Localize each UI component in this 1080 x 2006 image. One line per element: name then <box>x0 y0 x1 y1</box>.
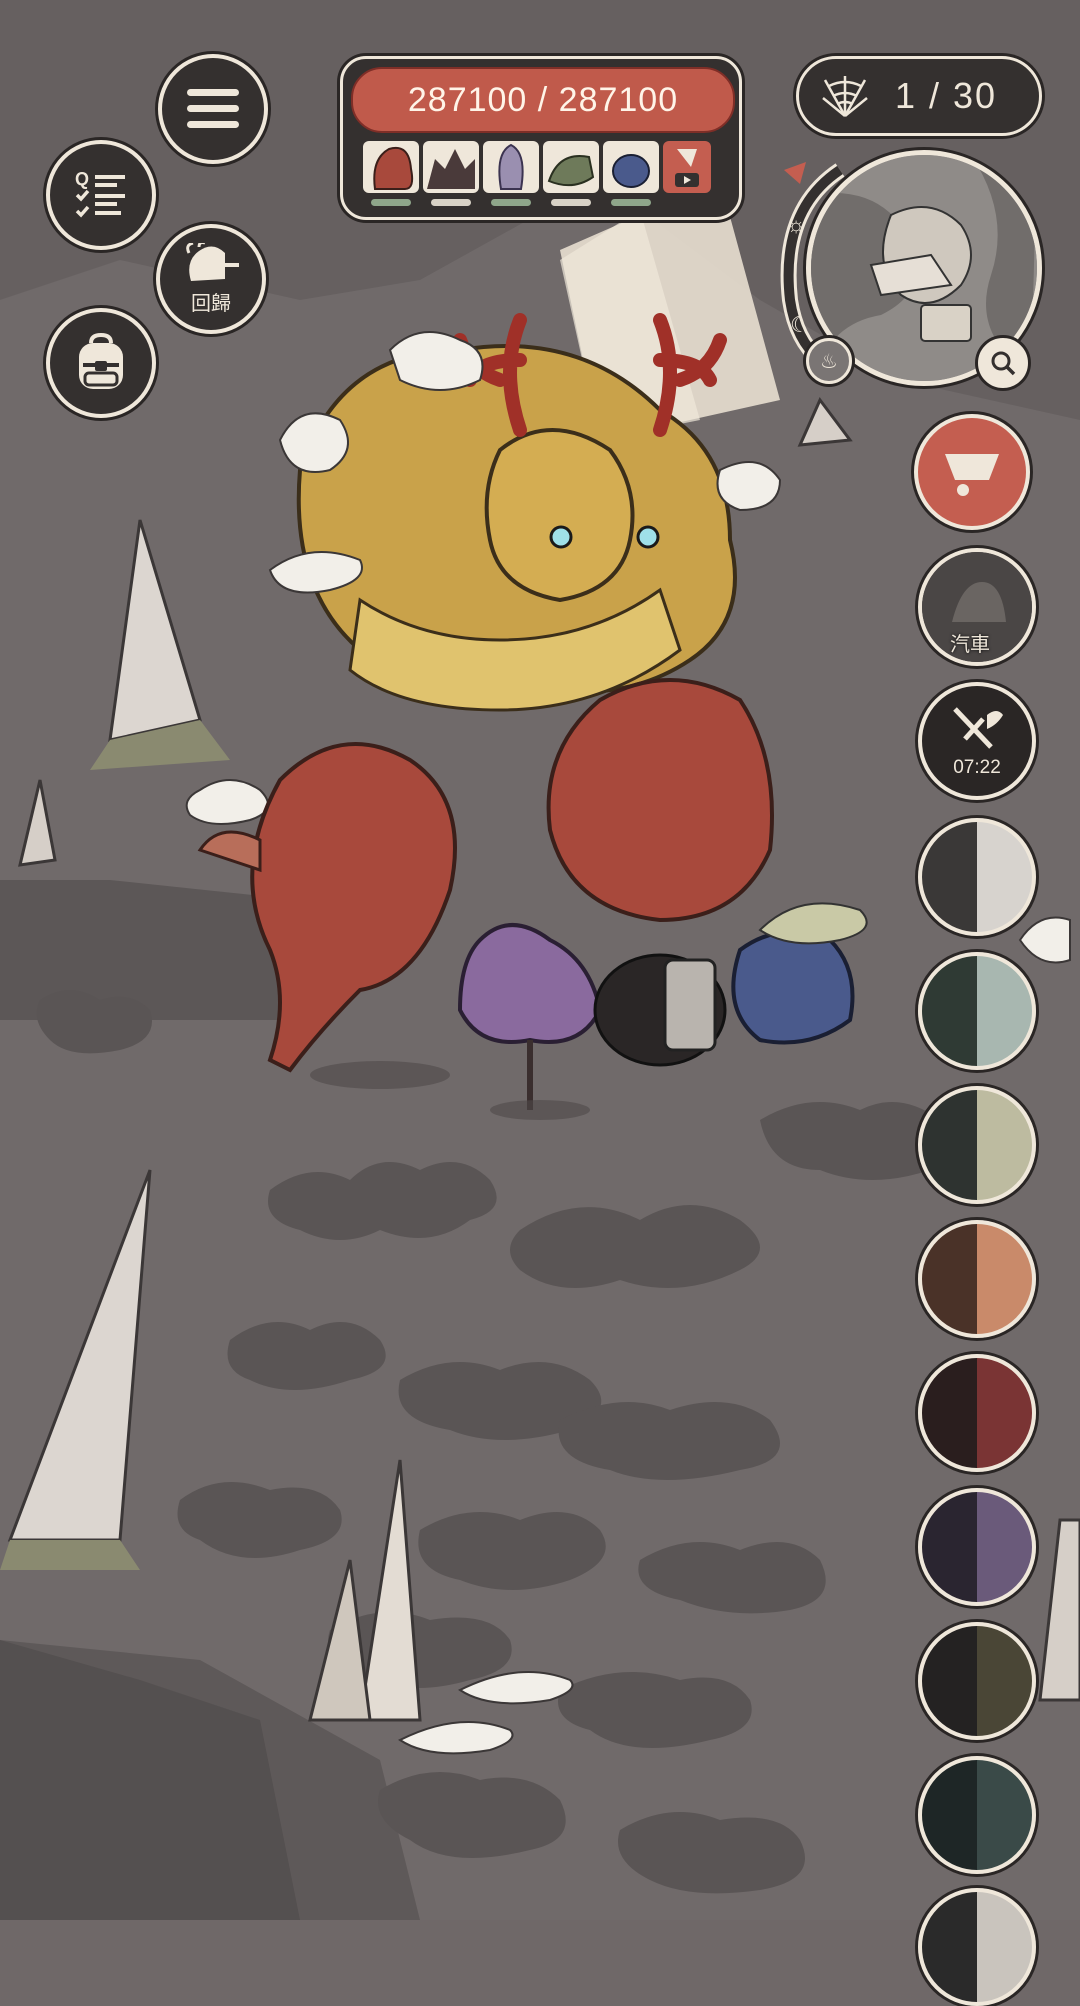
backpack-button[interactable] <box>46 308 156 418</box>
return-label: 回歸 <box>191 292 231 315</box>
party-hp-5 <box>611 199 651 206</box>
backpack-icon <box>79 333 123 389</box>
monster-portrait-3[interactable] <box>918 1086 1036 1204</box>
menu-button[interactable] <box>158 54 268 164</box>
web-counter-text: 1 / 30 <box>895 75 998 116</box>
party-slot-1[interactable] <box>363 141 419 193</box>
monster-portrait-1[interactable] <box>918 818 1036 936</box>
monster-portrait-5[interactable] <box>918 1354 1036 1472</box>
quest-button[interactable]: Q <box>46 140 156 250</box>
boss-hp-panel: 287100 / 287100 <box>340 56 742 220</box>
monster-portrait-8[interactable] <box>918 1756 1036 1874</box>
return-button[interactable]: 回歸 <box>156 224 266 334</box>
hamburger-icon <box>187 89 239 128</box>
dark-beast-icon <box>427 149 475 189</box>
magnifier-icon <box>991 351 1016 376</box>
red-dragon-icon <box>373 147 414 190</box>
cart-button[interactable] <box>914 414 1030 530</box>
minimap-zoom-button[interactable] <box>978 338 1028 388</box>
pale-squid-icon <box>498 143 524 190</box>
party-hp-2 <box>431 199 471 206</box>
monster-portrait-6[interactable] <box>918 1488 1036 1606</box>
sun-icon: ☼ <box>786 212 807 237</box>
party-hp-3 <box>491 199 531 206</box>
party-slot-2[interactable] <box>423 141 479 193</box>
spiderweb-icon <box>822 76 868 117</box>
flame-icon: ♨ <box>820 350 838 373</box>
party-hp-4 <box>551 199 591 206</box>
monster-portrait-7[interactable] <box>918 1622 1036 1740</box>
party-slot-4[interactable] <box>543 141 599 193</box>
green-lizard-icon <box>547 155 595 187</box>
party-hp-1 <box>371 199 411 206</box>
battle-timer: 07:22 <box>953 757 1001 778</box>
quest-checklist-icon: Q <box>75 169 125 218</box>
party-slot-3[interactable] <box>483 141 539 193</box>
cart-icon <box>945 454 999 496</box>
hp-text: 287100 / 287100 <box>407 80 679 119</box>
video-play-icon <box>675 149 699 187</box>
monster-portrait-2[interactable] <box>918 952 1036 1070</box>
minimap-flame-button[interactable]: ♨ <box>806 338 852 384</box>
moon-icon: ☾ <box>790 312 810 337</box>
party-video-slot[interactable] <box>663 141 711 193</box>
crossed-swords-icon <box>953 707 1003 749</box>
return-icon <box>186 242 239 281</box>
hp-bar: 287100 / 287100 <box>351 67 735 133</box>
car-label: 汽車 <box>950 634 990 656</box>
blue-spider-icon <box>612 154 650 188</box>
monster-portrait-9[interactable] <box>918 1888 1036 2006</box>
battle-speed-button[interactable]: 07:22 <box>918 682 1036 800</box>
web-counter[interactable]: 1 / 30 <box>796 56 1042 136</box>
monster-portrait-4[interactable] <box>918 1220 1036 1338</box>
svg-text:Q: Q <box>75 169 89 189</box>
party-slot-5[interactable] <box>603 141 659 193</box>
